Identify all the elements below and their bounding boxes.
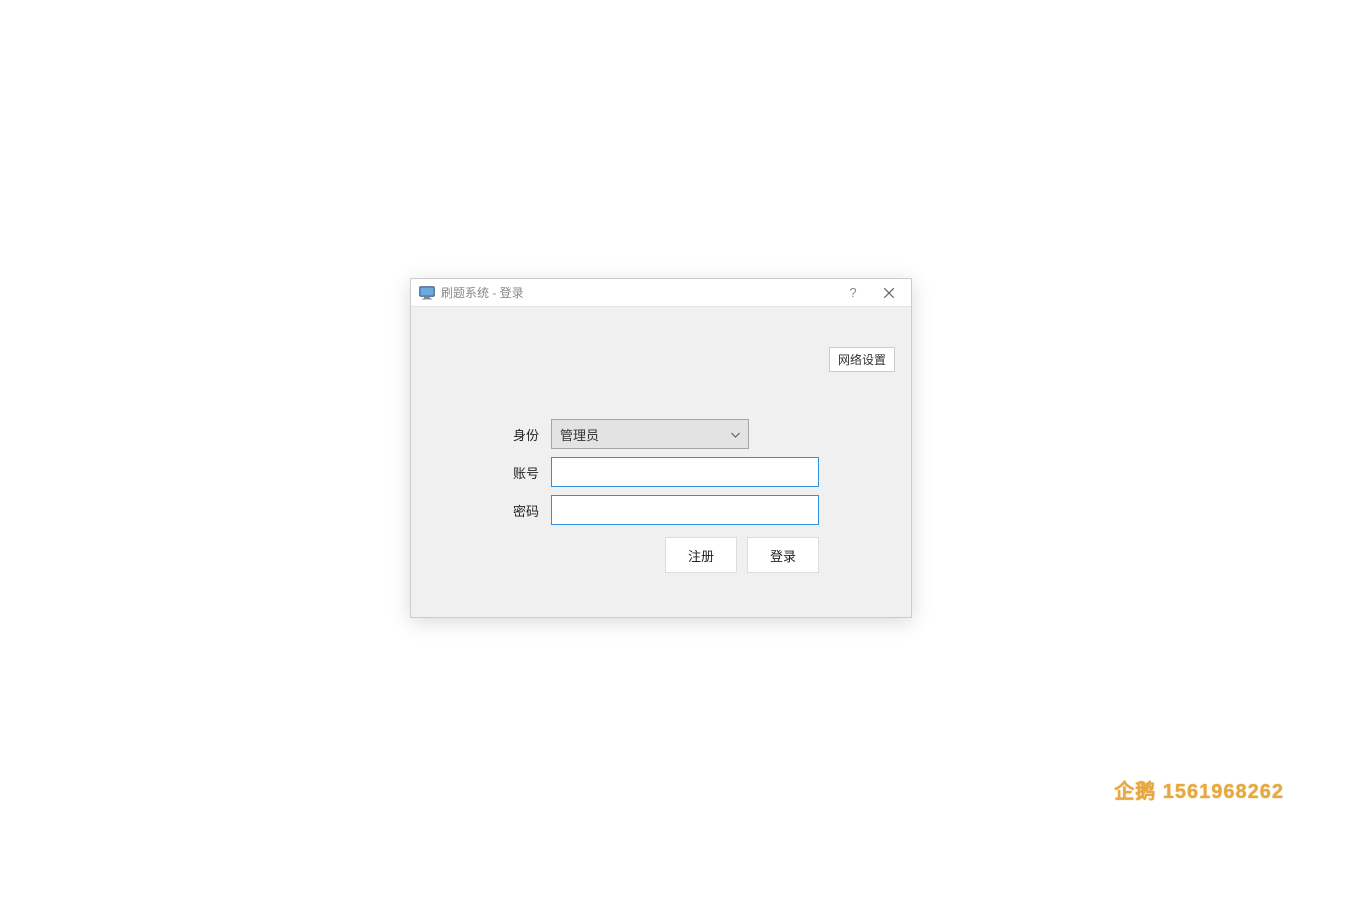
- login-form: 身份 管理员 账号: [497, 419, 819, 573]
- password-input[interactable]: [551, 495, 819, 525]
- help-button[interactable]: ?: [835, 279, 871, 306]
- role-row: 身份 管理员: [497, 419, 819, 449]
- login-dialog: 刷题系统 - 登录 ? 网络设置 身份 管理员: [410, 278, 912, 618]
- password-row: 密码: [497, 495, 819, 525]
- account-label: 账号: [497, 463, 539, 482]
- role-label: 身份: [497, 425, 539, 444]
- register-button[interactable]: 注册: [665, 537, 737, 573]
- close-button[interactable]: [871, 279, 907, 306]
- titlebar: 刷题系统 - 登录 ?: [411, 279, 911, 307]
- login-button[interactable]: 登录: [747, 537, 819, 573]
- role-select-value: 管理员: [560, 425, 599, 444]
- window-title: 刷题系统 - 登录: [441, 284, 524, 301]
- password-label: 密码: [497, 501, 539, 520]
- monitor-icon: [419, 286, 435, 300]
- account-row: 账号: [497, 457, 819, 487]
- role-select[interactable]: 管理员: [551, 419, 749, 449]
- close-icon: [884, 288, 894, 298]
- account-input[interactable]: [551, 457, 819, 487]
- button-row: 注册 登录: [497, 537, 819, 573]
- network-settings-button[interactable]: 网络设置: [829, 347, 895, 372]
- watermark-text: 企鹅 1561968262: [1114, 775, 1284, 804]
- dialog-content: 网络设置 身份 管理员 账号: [411, 307, 911, 617]
- chevron-down-icon: [731, 427, 740, 442]
